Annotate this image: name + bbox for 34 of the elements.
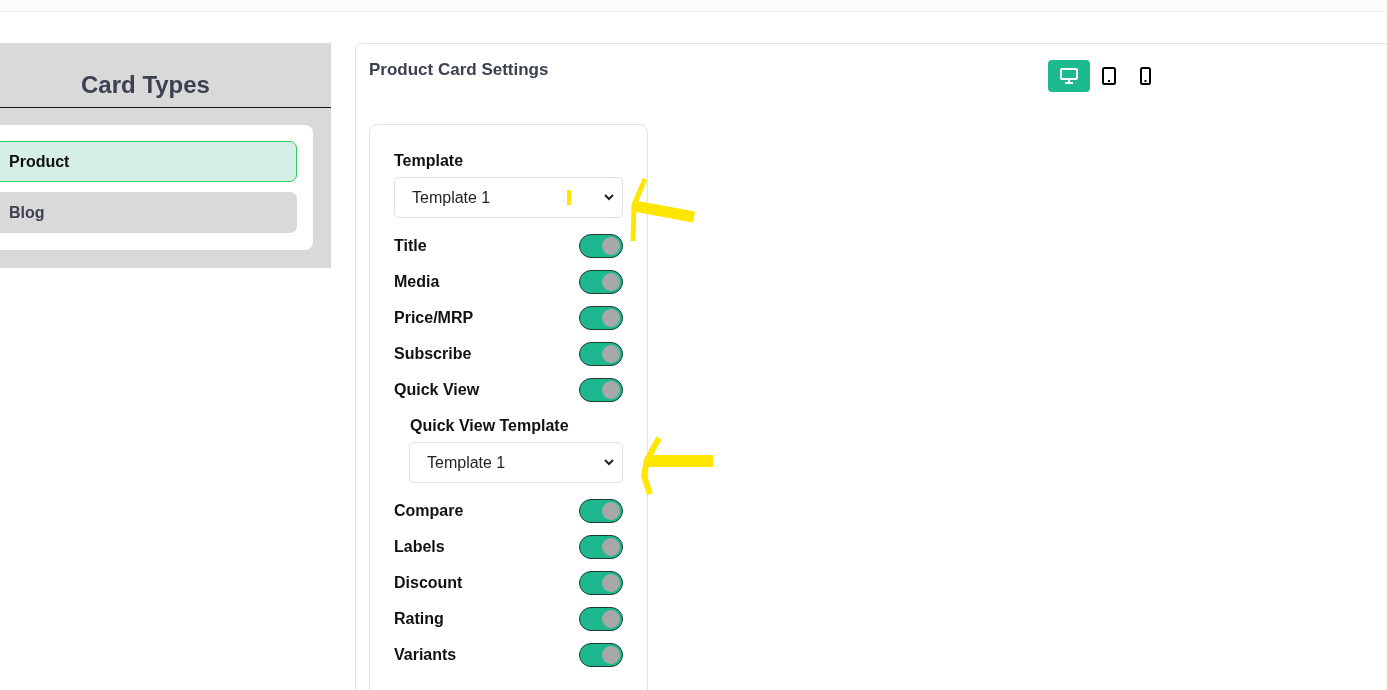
phone-icon — [1140, 67, 1151, 85]
template-select[interactable]: Template 1 — [394, 177, 623, 218]
toggle-label: Quick View — [394, 380, 480, 400]
monitor-icon — [1060, 68, 1078, 84]
toggle-label: Variants — [394, 645, 457, 665]
toggle-label: Labels — [394, 537, 445, 557]
toggle-label: Subscribe — [394, 344, 472, 364]
toggle-switch[interactable] — [579, 607, 623, 631]
field-label: Quick View Template — [409, 416, 570, 436]
chevron-down-icon — [604, 459, 614, 466]
toggle-label: Title — [394, 236, 427, 256]
field-label: Template — [394, 151, 465, 171]
toggle-switch[interactable] — [579, 234, 623, 258]
toggle-label: Compare — [394, 501, 464, 521]
panel-title: Product Card Settings — [369, 60, 550, 80]
card-type-item[interactable]: Blog — [0, 192, 297, 233]
sidebar-title: Card Types — [81, 70, 210, 100]
toggle-switch[interactable] — [579, 306, 623, 330]
tablet-icon — [1102, 67, 1116, 85]
card-type-item[interactable]: Product — [0, 141, 297, 182]
toggle-switch[interactable] — [579, 378, 623, 402]
toggle-switch[interactable] — [579, 342, 623, 366]
toggle-label: Rating — [394, 609, 444, 629]
toggle-switch[interactable] — [579, 270, 623, 294]
toggle-switch[interactable] — [579, 535, 623, 559]
highlight-mark-icon — [567, 190, 571, 205]
toggle-label: Discount — [394, 573, 463, 593]
toggle-switch[interactable] — [579, 499, 623, 523]
toggle-label: Media — [394, 272, 440, 292]
template-select[interactable]: Template 1 — [409, 442, 623, 483]
toggle-switch[interactable] — [579, 643, 623, 667]
toggle-label: Price/MRP — [394, 308, 474, 328]
chevron-down-icon — [604, 194, 614, 201]
toggle-switch[interactable] — [579, 571, 623, 595]
